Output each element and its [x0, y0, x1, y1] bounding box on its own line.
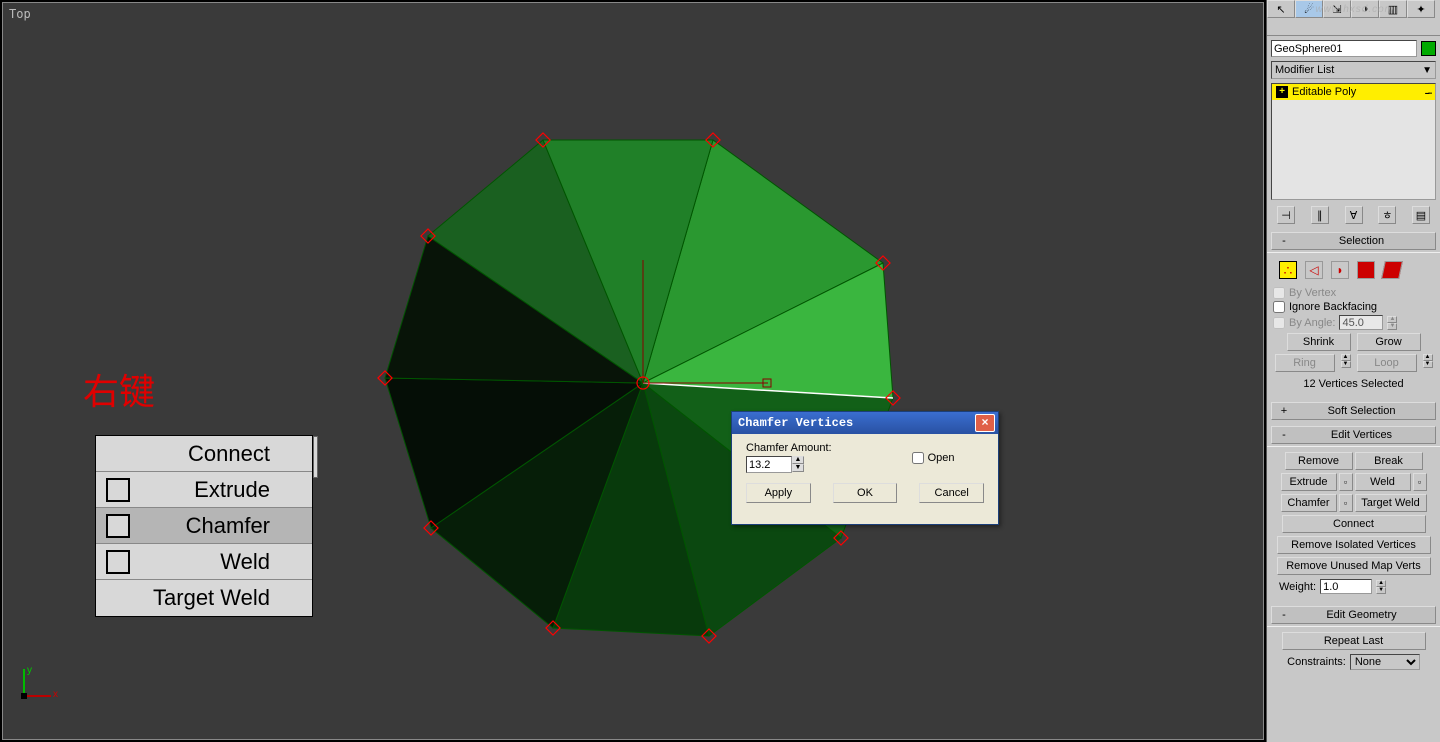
break-button[interactable]: Break	[1355, 452, 1423, 470]
spinner-up-icon[interactable]: ▲	[1423, 354, 1433, 361]
spinner-down-icon[interactable]: ▼	[1423, 361, 1433, 368]
close-icon[interactable]: ×	[975, 414, 995, 432]
extrude-button[interactable]: Extrude	[1281, 473, 1337, 491]
connect-button[interactable]: Connect	[1282, 515, 1426, 533]
geosphere-mesh[interactable]	[373, 118, 913, 658]
ignore-backfacing-checkbox[interactable]	[1273, 301, 1285, 313]
subobj-edge-icon[interactable]	[1305, 261, 1323, 279]
subobj-polygon-icon[interactable]	[1357, 261, 1375, 279]
spinner-down-icon[interactable]: ▼	[1376, 587, 1386, 594]
chevron-down-icon: ▼	[1422, 65, 1432, 76]
rollout-soft-selection-header[interactable]: +Soft Selection	[1271, 402, 1436, 420]
context-item-extrude[interactable]: Extrude	[96, 472, 312, 508]
ok-button[interactable]: OK	[833, 483, 898, 503]
dialog-title: Chamfer Vertices	[738, 416, 975, 430]
viewport-label: Top	[9, 7, 31, 21]
grow-button[interactable]: Grow	[1357, 333, 1421, 351]
open-checkbox[interactable]	[912, 452, 924, 464]
rollout-edit-geometry-header[interactable]: -Edit Geometry	[1271, 606, 1436, 624]
open-label: Open	[928, 452, 955, 464]
cancel-button[interactable]: Cancel	[919, 483, 984, 503]
context-item-target-weld[interactable]: Target Weld	[96, 580, 312, 616]
subobj-element-icon[interactable]	[1381, 261, 1403, 279]
loop-button: Loop	[1357, 354, 1417, 372]
axis-x-label: x	[53, 689, 58, 700]
configure-sets-icon[interactable]: ▤	[1412, 206, 1430, 224]
weight-label: Weight:	[1279, 581, 1316, 593]
object-name-input[interactable]	[1271, 40, 1417, 57]
stack-lines-icon: -∙∙	[1425, 84, 1431, 100]
pin-stack-icon[interactable]: ⊣	[1277, 206, 1295, 224]
object-color-swatch[interactable]	[1421, 41, 1436, 56]
selection-status: 12 Vertices Selected	[1273, 378, 1434, 390]
spinner-up-icon: ▲	[1387, 316, 1397, 323]
context-item-weld[interactable]: Weld	[96, 544, 312, 580]
constraints-label: Constraints:	[1287, 656, 1346, 668]
context-menu: Connect Extrude Chamfer Weld Target Weld	[95, 435, 313, 617]
chamfer-amount-input[interactable]	[746, 456, 792, 473]
apply-button[interactable]: Apply	[746, 483, 811, 503]
axis-y-label: y	[27, 665, 32, 676]
weld-button[interactable]: Weld	[1355, 473, 1411, 491]
chamfer-amount-label: Chamfer Amount:	[746, 442, 832, 454]
tab-utilities-icon[interactable]: ✦	[1407, 0, 1435, 18]
modifier-list-dropdown[interactable]: Modifier List ▼	[1271, 61, 1436, 79]
remove-unused-button[interactable]: Remove Unused Map Verts	[1277, 557, 1431, 575]
repeat-last-button[interactable]: Repeat Last	[1282, 632, 1426, 650]
remove-isolated-button[interactable]: Remove Isolated Vertices	[1277, 536, 1431, 554]
remove-button[interactable]: Remove	[1285, 452, 1353, 470]
subobj-border-icon[interactable]	[1331, 261, 1349, 279]
chamfer-settings-button[interactable]: ▫	[1339, 494, 1353, 512]
spinner-down-icon: ▼	[1387, 323, 1397, 330]
settings-box-icon[interactable]	[106, 514, 130, 538]
tab-create-icon[interactable]: ↖	[1267, 0, 1295, 18]
viewport-top[interactable]: Top y x	[2, 2, 1264, 740]
target-weld-button[interactable]: Target Weld	[1355, 494, 1427, 512]
rollout-edit-vertices-header[interactable]: -Edit Vertices	[1271, 426, 1436, 444]
spinner-up-icon[interactable]: ▲	[1376, 580, 1386, 587]
weight-input[interactable]	[1320, 579, 1372, 594]
by-angle-checkbox	[1273, 317, 1285, 329]
watermark: www.hxsd.com	[1315, 4, 1394, 15]
extrude-settings-button[interactable]: ▫	[1339, 473, 1353, 491]
axis-gizmo: y x	[23, 669, 63, 709]
subobj-vertex-icon[interactable]	[1279, 261, 1297, 279]
context-item-chamfer[interactable]: Chamfer	[96, 508, 312, 544]
command-panel: ↖ ☄ ⇲ ◑ ▥ ✦ www.hxsd.com Modifier List ▼…	[1266, 0, 1440, 742]
chamfer-button[interactable]: Chamfer	[1281, 494, 1337, 512]
shrink-button[interactable]: Shrink	[1287, 333, 1351, 351]
remove-modifier-icon[interactable]: ㅎ	[1378, 206, 1396, 224]
chamfer-vertices-dialog: Chamfer Vertices × Chamfer Amount: ▲ ▼	[731, 411, 999, 525]
settings-box-icon[interactable]	[106, 550, 130, 574]
constraints-dropdown[interactable]: None	[1350, 654, 1420, 670]
annotation-right-click: 右键	[83, 363, 155, 415]
context-item-connect[interactable]: Connect	[96, 436, 312, 472]
by-angle-input	[1339, 315, 1383, 330]
stack-item-editable-poly[interactable]: + Editable Poly -∙∙	[1272, 84, 1435, 100]
modifier-stack[interactable]: + Editable Poly -∙∙	[1271, 83, 1436, 200]
spinner-down-icon[interactable]: ▼	[1341, 361, 1351, 368]
spinner-up-icon[interactable]: ▲	[792, 456, 804, 464]
spinner-up-icon[interactable]: ▲	[1341, 354, 1351, 361]
spinner-down-icon[interactable]: ▼	[792, 464, 804, 472]
settings-box-icon[interactable]	[106, 478, 130, 502]
weld-settings-button[interactable]: ▫	[1413, 473, 1427, 491]
make-unique-icon[interactable]: ∀	[1345, 206, 1363, 224]
ring-button: Ring	[1275, 354, 1335, 372]
show-result-icon[interactable]: ∥	[1311, 206, 1329, 224]
by-vertex-checkbox	[1273, 287, 1285, 299]
expand-icon[interactable]: +	[1276, 86, 1288, 98]
rollout-selection-header[interactable]: -Selection	[1271, 232, 1436, 250]
